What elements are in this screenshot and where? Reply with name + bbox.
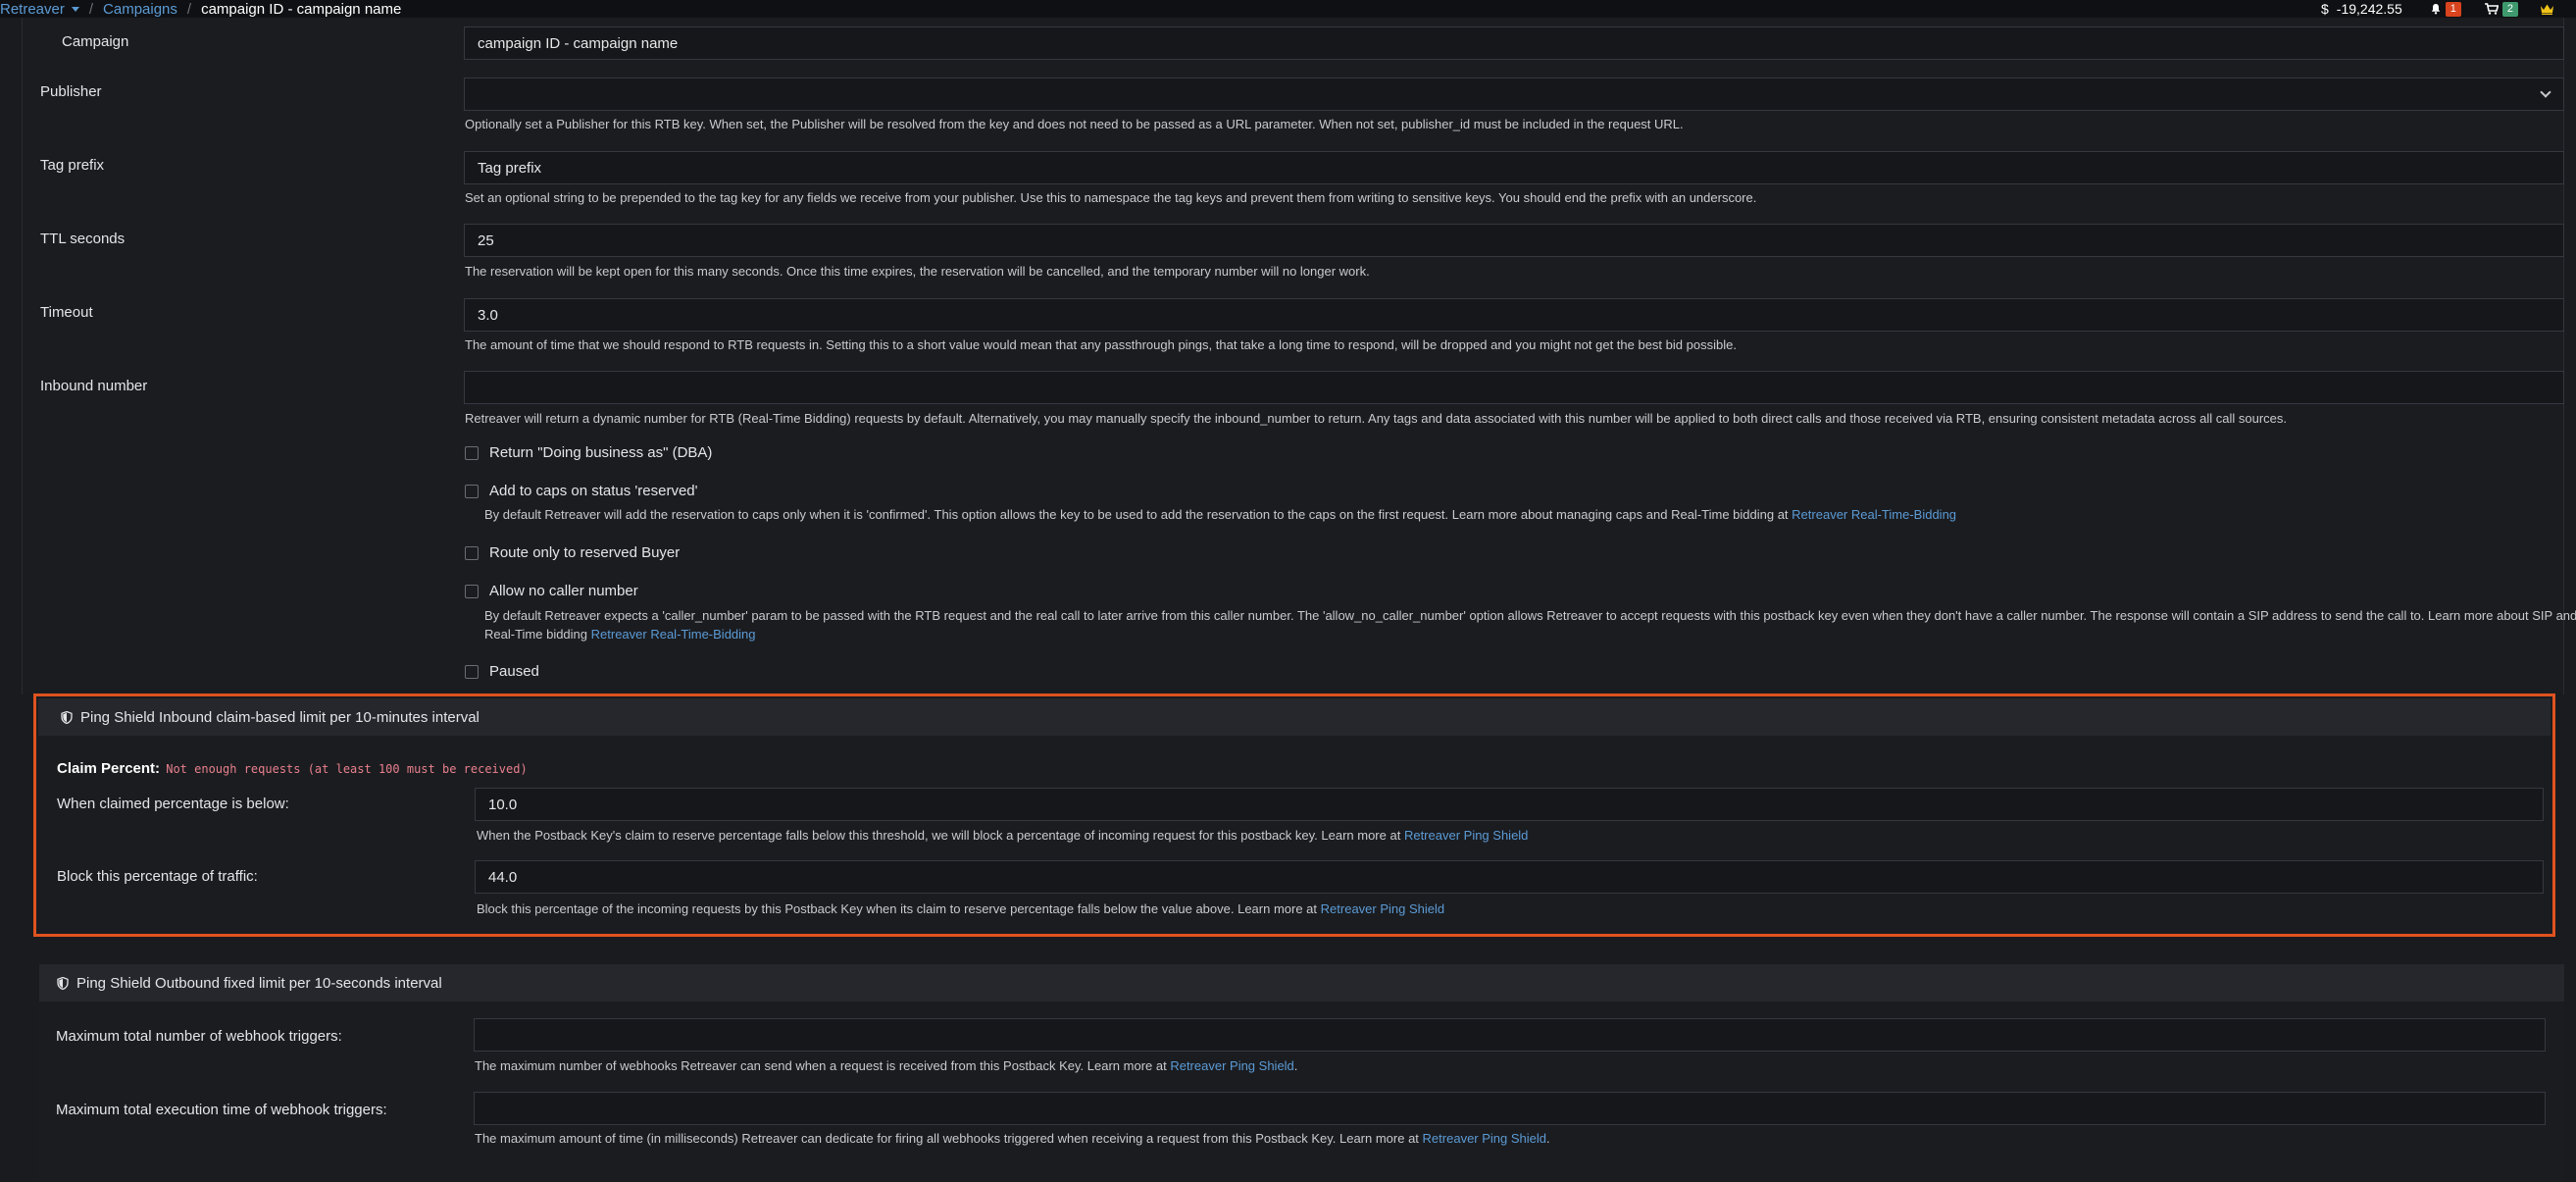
threshold-label: When claimed percentage is below:	[57, 796, 289, 812]
max-time-label: Maximum total execution time of webhook …	[56, 1102, 387, 1118]
breadcrumb-root[interactable]: Retreaver	[0, 1, 65, 18]
threshold-help: When the Postback Key's claim to reserve…	[477, 828, 1528, 843]
inbound-number-input[interactable]	[464, 371, 2564, 404]
publisher-select[interactable]	[464, 77, 2564, 111]
breadcrumb-campaigns[interactable]: Campaigns	[103, 1, 177, 18]
account-balance[interactable]: $ -19,242.55	[2321, 1, 2402, 17]
breadcrumb-separator: /	[88, 0, 94, 18]
chevron-down-icon	[2540, 86, 2551, 98]
ping-shield-inbound-panel: Ping Shield Inbound claim-based limit pe…	[33, 694, 2555, 937]
caret-down-icon[interactable]	[71, 6, 79, 12]
max-time-help: The maximum amount of time (in milliseco…	[475, 1131, 1550, 1146]
dba-checkbox-row[interactable]: Return "Doing business as" (DBA)	[465, 444, 712, 461]
ping-shield-link[interactable]: Retreaver Ping Shield	[1423, 1131, 1546, 1146]
block-percentage-label: Block this percentage of traffic:	[57, 868, 258, 885]
max-triggers-help-text: The maximum number of webhooks Retreaver…	[475, 1058, 1167, 1073]
ping-shield-inbound-title: Ping Shield Inbound claim-based limit pe…	[80, 708, 480, 726]
max-triggers-label: Maximum total number of webhook triggers…	[56, 1028, 342, 1045]
no-caller-help-text: By default Retreaver expects a 'caller_n…	[484, 608, 2576, 642]
ping-shield-outbound-header: Ping Shield Outbound fixed limit per 10-…	[39, 964, 2564, 1002]
threshold-help-text: When the Postback Key's claim to reserve…	[477, 828, 1401, 843]
timeout-input[interactable]: 3.0	[464, 298, 2564, 332]
rtb-key-form: Campaign campaign ID - campaign name Pub…	[22, 18, 2576, 694]
ttl-help: The reservation will be kept open for th…	[465, 264, 1370, 279]
max-time-input[interactable]	[474, 1092, 2546, 1125]
block-percentage-help-text: Block this percentage of the incoming re…	[477, 901, 1318, 916]
cart-badge: 2	[2501, 1, 2518, 17]
no-caller-help: By default Retreaver expects a 'caller_n…	[484, 606, 2576, 643]
timeout-label: Timeout	[40, 304, 93, 321]
route-reserved-checkbox-row[interactable]: Route only to reserved Buyer	[465, 544, 680, 561]
notifications-badge: 1	[2445, 1, 2461, 17]
max-time-help-suffix: .	[1546, 1131, 1550, 1146]
max-triggers-help: The maximum number of webhooks Retreaver…	[475, 1058, 1297, 1073]
publisher-help: Optionally set a Publisher for this RTB …	[465, 117, 1684, 131]
tag-prefix-label: Tag prefix	[40, 157, 105, 174]
tag-prefix-input[interactable]: Tag prefix	[464, 151, 2564, 184]
caps-reserved-label: Add to caps on status 'reserved'	[489, 483, 698, 499]
ping-shield-link[interactable]: Retreaver Ping Shield	[1404, 828, 1528, 843]
claim-percent: Claim Percent: Not enough requests (at l…	[57, 760, 528, 777]
campaign-field[interactable]: campaign ID - campaign name	[464, 26, 2564, 60]
campaign-label: Campaign	[62, 33, 129, 50]
crown-icon	[2541, 4, 2553, 15]
timeout-help: The amount of time that we should respon…	[465, 337, 1737, 352]
breadcrumb: Retreaver / Campaigns / campaign ID - ca…	[0, 1, 401, 18]
breadcrumb-current: campaign ID - campaign name	[201, 0, 402, 18]
bell-icon	[2431, 4, 2440, 15]
breadcrumb-separator: /	[186, 0, 192, 18]
publisher-label: Publisher	[40, 83, 102, 100]
caps-reserved-checkbox[interactable]	[465, 484, 479, 498]
caps-reserved-help: By default Retreaver will add the reserv…	[484, 507, 1956, 522]
block-percentage-input[interactable]: 44.0	[475, 860, 2544, 894]
ping-shield-outbound-panel: Ping Shield Outbound fixed limit per 10-…	[39, 964, 2564, 1182]
cart-icon	[2484, 3, 2499, 15]
ping-shield-outbound-title: Ping Shield Outbound fixed limit per 10-…	[76, 974, 442, 992]
no-caller-checkbox-row[interactable]: Allow no caller number	[465, 583, 638, 599]
paused-label: Paused	[489, 663, 539, 680]
top-nav-right: $ -19,242.55 1 2	[2321, 0, 2554, 18]
no-caller-label: Allow no caller number	[489, 583, 638, 599]
route-reserved-checkbox[interactable]	[465, 545, 479, 560]
rtb-link[interactable]: Retreaver Real-Time-Bidding	[591, 627, 756, 642]
account-button[interactable]	[2540, 3, 2554, 15]
paused-checkbox-row[interactable]: Paused	[465, 663, 539, 680]
notifications-button[interactable]: 1	[2430, 1, 2461, 17]
ttl-label: TTL seconds	[40, 231, 126, 247]
no-caller-checkbox[interactable]	[465, 584, 479, 598]
tag-prefix-help: Set an optional string to be prepended t…	[465, 190, 1757, 205]
block-percentage-help: Block this percentage of the incoming re…	[477, 901, 1444, 916]
shield-icon	[61, 710, 73, 724]
top-nav: Retreaver / Campaigns / campaign ID - ca…	[0, 0, 2576, 18]
inbound-number-label: Inbound number	[40, 378, 148, 394]
caps-reserved-help-text: By default Retreaver will add the reserv…	[484, 507, 1789, 522]
paused-checkbox[interactable]	[465, 664, 479, 679]
route-reserved-label: Route only to reserved Buyer	[489, 544, 681, 561]
max-time-help-text: The maximum amount of time (in milliseco…	[475, 1131, 1419, 1146]
ttl-input[interactable]: 25	[464, 224, 2564, 257]
cart-button[interactable]: 2	[2484, 1, 2518, 17]
rtb-link[interactable]: Retreaver Real-Time-Bidding	[1792, 507, 1956, 522]
claim-percent-message: Not enough requests (at least 100 must b…	[166, 762, 528, 776]
max-triggers-help-suffix: .	[1293, 1058, 1298, 1073]
balance-value: -19,242.55	[2336, 1, 2402, 17]
shield-icon	[57, 976, 69, 990]
caps-reserved-checkbox-row[interactable]: Add to caps on status 'reserved'	[465, 483, 698, 499]
max-triggers-input[interactable]	[474, 1018, 2546, 1052]
ping-shield-link[interactable]: Retreaver Ping Shield	[1170, 1058, 1293, 1073]
dba-label: Return "Doing business as" (DBA)	[489, 444, 713, 461]
dba-checkbox[interactable]	[465, 445, 479, 460]
ping-shield-link[interactable]: Retreaver Ping Shield	[1321, 901, 1444, 916]
threshold-input[interactable]: 10.0	[475, 788, 2544, 821]
ping-shield-inbound-header: Ping Shield Inbound claim-based limit pe…	[38, 698, 2551, 736]
currency-symbol: $	[2321, 1, 2329, 17]
claim-percent-label: Claim Percent:	[57, 760, 161, 777]
inbound-number-help: Retreaver will return a dynamic number f…	[465, 411, 2288, 426]
